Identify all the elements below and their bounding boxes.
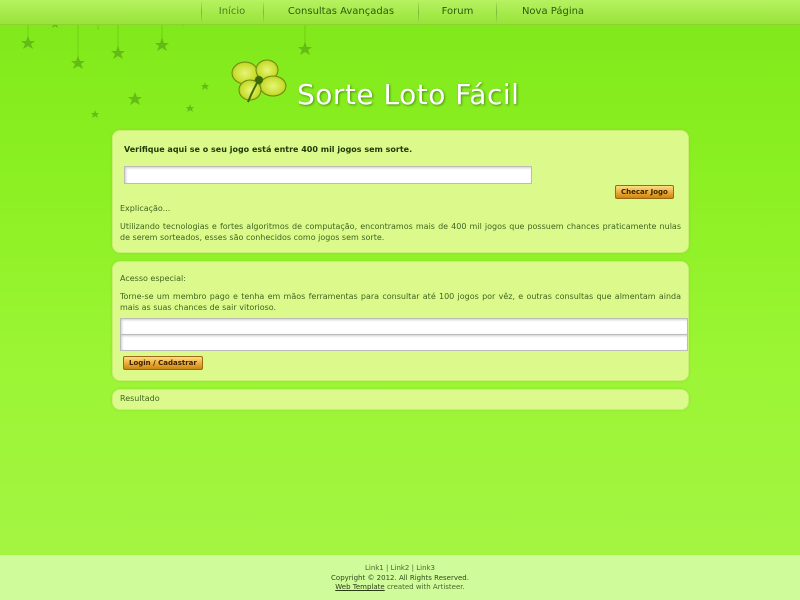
check-game-panel: Verifique aqui se o seu jogo está entre …: [112, 130, 689, 253]
footer-separator: |: [411, 564, 414, 572]
footer-credit-text: created with Artisteer.: [386, 583, 465, 591]
menu-item-consultas-avancadas[interactable]: Consultas Avançadas: [264, 0, 418, 24]
explanation-text: Utilizando tecnologias e fortes algoritm…: [120, 222, 681, 242]
menu-item-inicio[interactable]: Início: [201, 0, 263, 24]
check-game-button[interactable]: Checar Jogo: [615, 185, 674, 199]
explanation-title: Explicação...: [120, 204, 171, 213]
footer-link-3[interactable]: Link3: [416, 564, 435, 572]
special-access-text: Torne-se um membro pago e tenha em mãos …: [120, 292, 681, 312]
result-panel: Resultado: [112, 389, 689, 410]
web-template-link[interactable]: Web Template: [335, 583, 384, 591]
footer-separator: |: [386, 564, 389, 572]
login-field[interactable]: [120, 318, 688, 335]
check-game-heading: Verifique aqui se o seu jogo está entre …: [124, 145, 413, 154]
menu-item-forum[interactable]: Forum: [419, 0, 496, 24]
password-field[interactable]: [120, 334, 688, 351]
login-register-button[interactable]: Login / Cadastrar: [123, 356, 203, 370]
footer-link-2[interactable]: Link2: [391, 564, 410, 572]
menu-item-nova-pagina[interactable]: Nova Página: [497, 0, 609, 24]
footer-credit: Web Template created with Artisteer.: [0, 583, 800, 591]
special-access-panel: Acesso especial: Torne-se um membro pago…: [112, 261, 689, 381]
game-input[interactable]: [124, 166, 532, 184]
special-access-title: Acesso especial:: [120, 274, 186, 283]
footer-link-1[interactable]: Link1: [365, 564, 384, 572]
result-label: Resultado: [120, 394, 160, 403]
footer-copyright: Copyright © 2012. All Rights Reserved.: [331, 574, 469, 582]
footer-links: Link1 | Link2 | Link3: [0, 564, 800, 572]
site-title: Sorte Loto Fácil: [297, 78, 520, 111]
top-menu: Início Consultas Avançadas Forum Nova Pá…: [0, 0, 800, 25]
four-leaf-clover-icon: [231, 59, 287, 103]
footer: Link1 | Link2 | Link3 Copyright © 2012. …: [0, 555, 800, 600]
